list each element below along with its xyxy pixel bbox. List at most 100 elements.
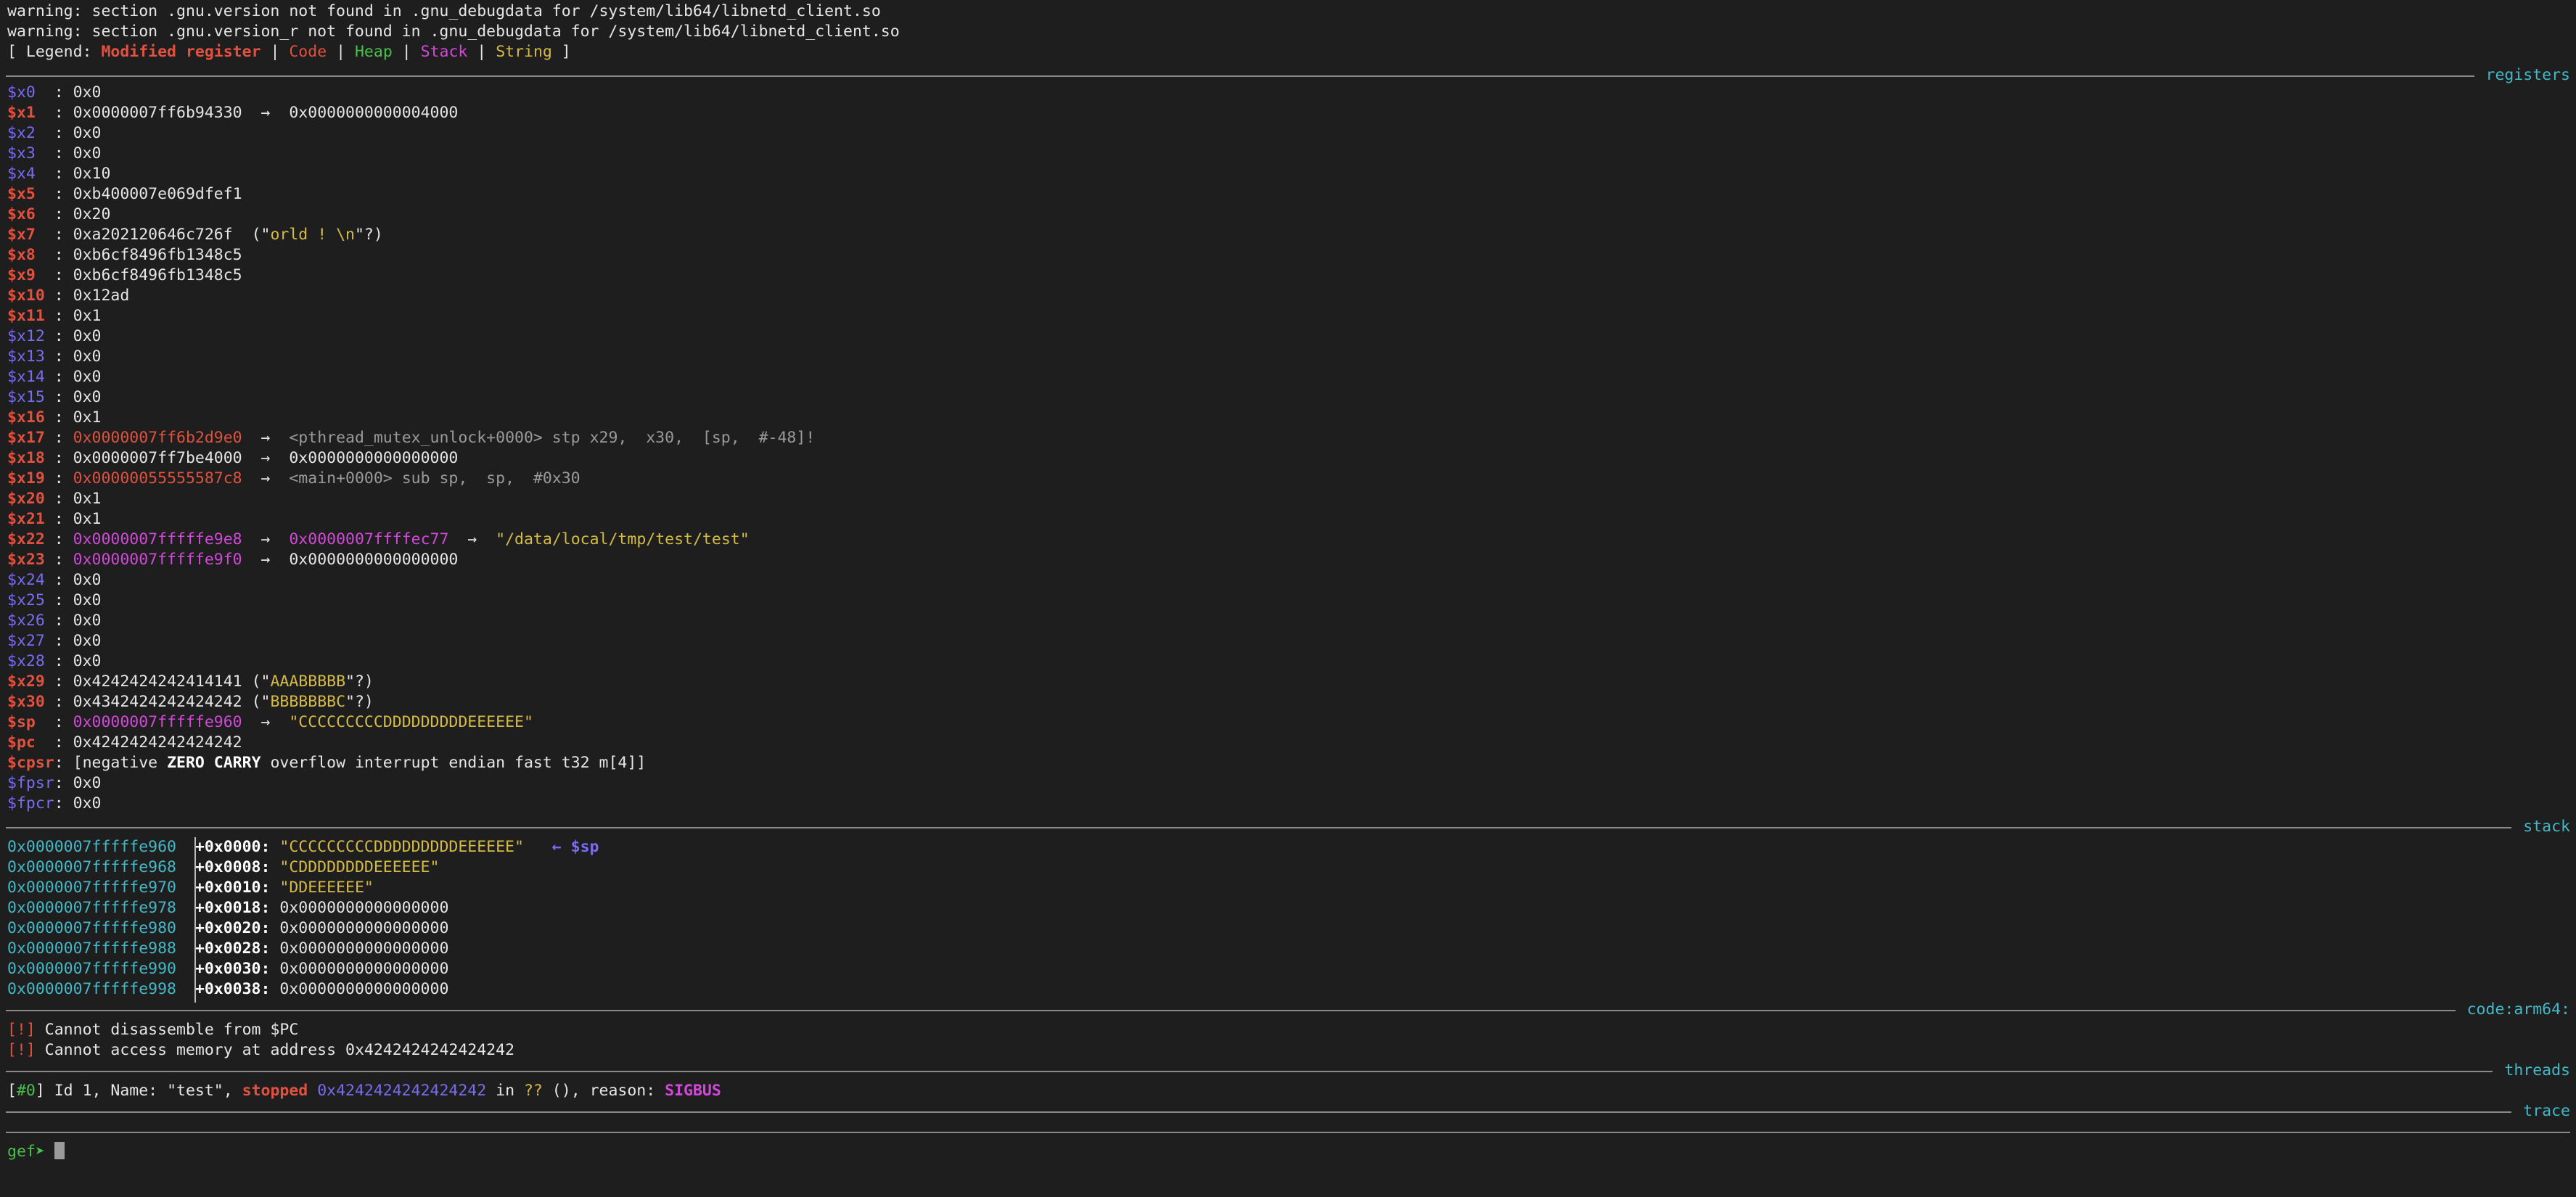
register-row: $x30 : 0x4342424242424242 ("BBBBBBBC"?) — [7, 693, 374, 711]
register-row: $x8 : 0xb6cf8496fb1348c5 — [7, 246, 242, 264]
cpsr-set-flags: ZERO CARRY — [167, 754, 261, 772]
code-separator: code:arm64: — [0, 1000, 2576, 1020]
register-name: $x19 — [7, 469, 54, 488]
register-row: $x23 : 0x0000007fffffe9f0 → 0x0000000000… — [7, 551, 459, 569]
register-name: $x18 — [7, 449, 54, 467]
register-name: $sp — [7, 713, 54, 731]
register-name: $fpsr — [7, 774, 54, 792]
threads-separator: threads — [0, 1061, 2576, 1081]
warning-line-2: warning: section .gnu.version_r not foun… — [7, 22, 900, 41]
register-name: $x20 — [7, 490, 54, 508]
register-row: $x16 : 0x1 — [7, 408, 102, 427]
register-value: 0x4242424242414141 — [73, 672, 242, 691]
stack-section-title: stack — [2511, 817, 2570, 837]
arrow-icon: → — [467, 530, 477, 548]
register-row: $x11 : 0x1 — [7, 307, 102, 325]
register-deref: 0x0000007ffffec77 — [289, 530, 449, 548]
register-value: 0x0 — [73, 612, 102, 630]
register-row: $x27 : 0x0 — [7, 632, 102, 650]
code-section-title: code:arm64: — [2455, 1000, 2570, 1020]
stack-offset: +0x0030: — [194, 960, 280, 978]
register-row: $x9 : 0xb6cf8496fb1348c5 — [7, 266, 242, 284]
legend-modified: Modified register — [101, 43, 261, 61]
gdb-prompt-line[interactable]: gef➤ — [7, 1142, 65, 1162]
register-row: $x0 : 0x0 — [7, 83, 102, 102]
register-value: 0x0 — [73, 632, 102, 650]
register-row: $x2 : 0x0 — [7, 124, 102, 142]
thread-reason: SIGBUS — [665, 1082, 721, 1100]
register-name: $x2 — [7, 124, 54, 142]
register-name: $x16 — [7, 408, 54, 427]
arrow-icon: → — [261, 469, 271, 488]
gef-prompt: gef➤ — [7, 1143, 54, 1161]
register-name: $x9 — [7, 266, 54, 284]
register-value: 0x0 — [73, 652, 102, 670]
register-value: 0x0000007ff6b2d9e0 — [73, 429, 242, 447]
register-row: $x10 : 0x12ad — [7, 287, 130, 305]
register-row: $x1 : 0x0000007ff6b94330 → 0x00000000000… — [7, 104, 459, 122]
legend-string: String — [496, 43, 552, 61]
stack-value: "DDEEEEEE" — [279, 879, 374, 897]
register-value: 0x0 — [73, 591, 102, 609]
register-value: 0x0 — [73, 144, 102, 163]
stack-offset: +0x0008: — [194, 858, 280, 876]
register-string: BBBBBBBC — [270, 693, 346, 711]
register-row: $x3 : 0x0 — [7, 144, 102, 163]
stack-value: 0x0000000000000000 — [279, 939, 449, 958]
register-deref: 0x0000000000000000 — [289, 449, 459, 467]
register-name: $x6 — [7, 205, 54, 223]
stack-offset: +0x0038: — [194, 980, 280, 998]
register-value: 0x0 — [73, 327, 102, 345]
register-row: $x13 : 0x0 — [7, 347, 102, 366]
register-value: 0x0 — [73, 774, 102, 792]
stack-offset: +0x0010: — [194, 879, 280, 897]
gdb-terminal[interactable]: warning: section .gnu.version not found … — [0, 0, 2576, 1197]
register-name: $x8 — [7, 246, 54, 264]
trace-section-title: trace — [2511, 1101, 2570, 1122]
register-name: $x12 — [7, 327, 54, 345]
register-value: 0x1 — [73, 408, 102, 427]
register-row: $x4 : 0x10 — [7, 165, 111, 183]
register-code: <pthread_mutex_unlock+0000> stp x29, x30… — [289, 429, 816, 447]
register-name: $x28 — [7, 652, 54, 670]
register-row: $x21 : 0x1 — [7, 510, 102, 528]
register-row: $x28 : 0x0 — [7, 652, 102, 670]
text-cursor[interactable] — [54, 1142, 65, 1159]
stack-value: "CDDDDDDDDEEEEEE" — [279, 858, 440, 876]
arrow-icon: → — [261, 449, 271, 467]
register-row: $x17 : 0x0000007ff6b2d9e0 → <pthread_mut… — [7, 429, 816, 447]
register-name: $x25 — [7, 591, 54, 609]
register-string: "/data/local/tmp/test/test" — [496, 530, 750, 548]
stack-address: 0x0000007fffffe960 — [7, 838, 176, 856]
register-value: 0x20 — [73, 205, 111, 223]
stack-value: "CCCCCCCCCDDDDDDDDDEEEEEE" — [279, 838, 524, 856]
register-name: $x24 — [7, 571, 54, 589]
register-code: <main+0000> sub sp, sp, #0x30 — [289, 469, 581, 488]
register-row: $x12 : 0x0 — [7, 327, 102, 345]
register-name: $x15 — [7, 388, 54, 406]
stack-separator: stack — [0, 817, 2576, 837]
register-value: 0x0 — [73, 347, 102, 366]
register-name: $fpcr — [7, 794, 54, 813]
stack-offset: +0x0018: — [194, 899, 280, 917]
legend-stack: Stack — [420, 43, 468, 61]
register-value: 0xb6cf8496fb1348c5 — [73, 246, 242, 264]
register-value: 0xa202120646c726f — [73, 226, 233, 244]
stack-address: 0x0000007fffffe990 — [7, 960, 176, 978]
stack-address: 0x0000007fffffe988 — [7, 939, 176, 958]
register-name: $x13 — [7, 347, 54, 366]
register-row: $x29 : 0x4242424242414141 ("AAABBBBB"?) — [7, 672, 374, 691]
stack-value: 0x0000000000000000 — [279, 899, 449, 917]
arrow-icon: → — [261, 104, 271, 122]
register-name: $x0 — [7, 83, 54, 102]
register-value: 0x10 — [73, 165, 111, 183]
register-name: $x21 — [7, 510, 54, 528]
threads-section-title: threads — [2493, 1061, 2570, 1081]
register-string: AAABBBBB — [270, 672, 346, 691]
register-value: 0x0 — [73, 388, 102, 406]
register-row: $x14 : 0x0 — [7, 368, 102, 386]
register-name: $x3 — [7, 144, 54, 163]
register-value: 0x0 — [73, 124, 102, 142]
register-value: 0x1 — [73, 510, 102, 528]
stack-row: 0x0000007fffffe968 +0x0008: "CDDDDDDDDEE… — [7, 857, 439, 878]
